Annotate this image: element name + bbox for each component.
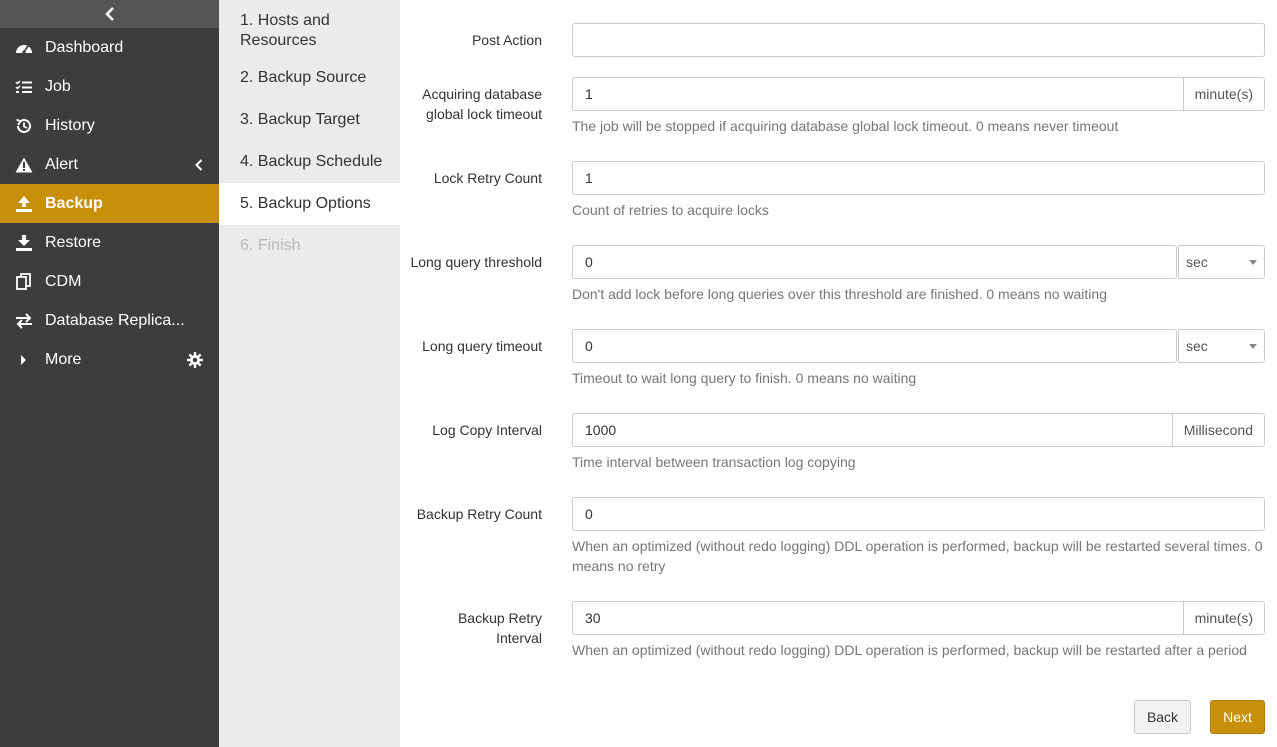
sidebar-item-restore[interactable]: Restore (0, 223, 219, 262)
log-copy-interval-input[interactable]: 1000 (572, 413, 1173, 447)
long-query-timeout-label: Long query timeout (422, 338, 542, 354)
step-backup-source[interactable]: 2. Backup Source (219, 57, 400, 99)
sidebar-item-label: Dashboard (45, 38, 124, 56)
exchange-icon (14, 311, 34, 331)
upload-icon (14, 194, 34, 214)
step-finish: 6. Finish (240, 237, 301, 254)
history-icon (14, 116, 34, 136)
lock-retry-count-input[interactable]: 1 (572, 161, 1265, 195)
caret-down-icon (1249, 343, 1257, 349)
sidebar-item-label: Job (45, 77, 71, 95)
backup-retry-count-label: Backup Retry Count (416, 506, 542, 522)
backup-retry-interval-input[interactable]: 30 (572, 601, 1184, 635)
sidebar-item-job[interactable]: Job (0, 67, 219, 106)
long-query-threshold-help: Don't add lock before long queries over … (572, 286, 1107, 302)
long-query-timeout-input[interactable]: 0 (572, 329, 1177, 363)
log-copy-interval-label: Log Copy Interval (432, 422, 542, 438)
sidebar-item-dashboard[interactable]: Dashboard (0, 28, 219, 67)
acquire-lock-timeout-help: The job will be stopped if acquiring dat… (572, 118, 1119, 134)
post-action-input[interactable] (572, 23, 1265, 57)
step-hosts-and-resources[interactable]: 1. Hosts and Resources (219, 0, 400, 57)
sidebar-item-label: More (45, 350, 82, 368)
sidebar: Dashboard Job History Alert Backup Resto… (0, 0, 219, 747)
long-query-threshold-input[interactable]: 0 (572, 245, 1177, 279)
sidebar-item-database-replication[interactable]: Database Replica... (0, 301, 219, 340)
backup-options-form: Post Action Acquiring database global lo… (400, 0, 1277, 747)
caret-right-icon (14, 350, 34, 370)
collapse-sidebar-button[interactable] (0, 0, 219, 28)
sidebar-item-label: Restore (45, 233, 102, 251)
wizard-steps: 1. Hosts and Resources 2. Backup Source … (219, 0, 400, 747)
list-icon (14, 77, 34, 97)
gear-icon[interactable] (187, 351, 203, 368)
warning-icon (14, 155, 34, 175)
long-query-threshold-unit-select[interactable]: sec (1178, 245, 1265, 279)
sidebar-item-backup[interactable]: Backup (0, 184, 219, 223)
sidebar-item-label: CDM (45, 272, 82, 290)
long-query-timeout-unit-select[interactable]: sec (1178, 329, 1265, 363)
acquire-lock-timeout-unit: minute(s) (1183, 77, 1265, 111)
chevron-left-icon (195, 158, 203, 171)
sidebar-item-alert[interactable]: Alert (0, 145, 219, 184)
step-backup-schedule[interactable]: 4. Backup Schedule (219, 141, 400, 183)
long-query-threshold-label: Long query threshold (410, 254, 542, 270)
backup-retry-count-help: When an optimized (without redo logging)… (572, 538, 1263, 574)
acquire-lock-timeout-label: Acquiring database global lock timeout (422, 86, 542, 122)
copy-icon (14, 272, 34, 292)
log-copy-interval-help: Time interval between transaction log co… (572, 454, 856, 470)
backup-retry-interval-label: Backup Retry Interval (457, 610, 542, 646)
back-button[interactable]: Back (1134, 700, 1191, 734)
acquire-lock-timeout-input[interactable]: 1 (572, 77, 1184, 111)
backup-retry-interval-unit: minute(s) (1183, 601, 1265, 635)
dashboard-icon (14, 38, 34, 58)
lock-retry-count-label: Lock Retry Count (433, 170, 542, 186)
chevron-left-icon (104, 7, 114, 21)
sidebar-item-label: Alert (45, 155, 78, 173)
sidebar-item-label: Database Replica... (45, 311, 185, 329)
long-query-timeout-help: Timeout to wait long query to finish. 0 … (572, 370, 917, 386)
backup-retry-count-input[interactable]: 0 (572, 497, 1265, 531)
sidebar-item-label: Backup (45, 194, 103, 212)
sidebar-item-cdm[interactable]: CDM (0, 262, 219, 301)
log-copy-interval-unit: Millisecond (1172, 413, 1265, 447)
sidebar-item-more[interactable]: More (0, 340, 219, 379)
select-value: sec (1186, 338, 1208, 354)
step-backup-options[interactable]: 5. Backup Options (219, 183, 400, 225)
backup-retry-interval-help: When an optimized (without redo logging)… (572, 642, 1247, 658)
lock-retry-count-help: Count of retries to acquire locks (572, 202, 769, 218)
post-action-label: Post Action (471, 32, 542, 48)
download-icon (14, 233, 34, 253)
caret-down-icon (1249, 259, 1257, 265)
sidebar-item-history[interactable]: History (0, 106, 219, 145)
select-value: sec (1186, 254, 1208, 270)
step-backup-target[interactable]: 3. Backup Target (219, 99, 400, 141)
sidebar-item-label: History (45, 116, 95, 134)
next-button[interactable]: Next (1210, 700, 1265, 734)
